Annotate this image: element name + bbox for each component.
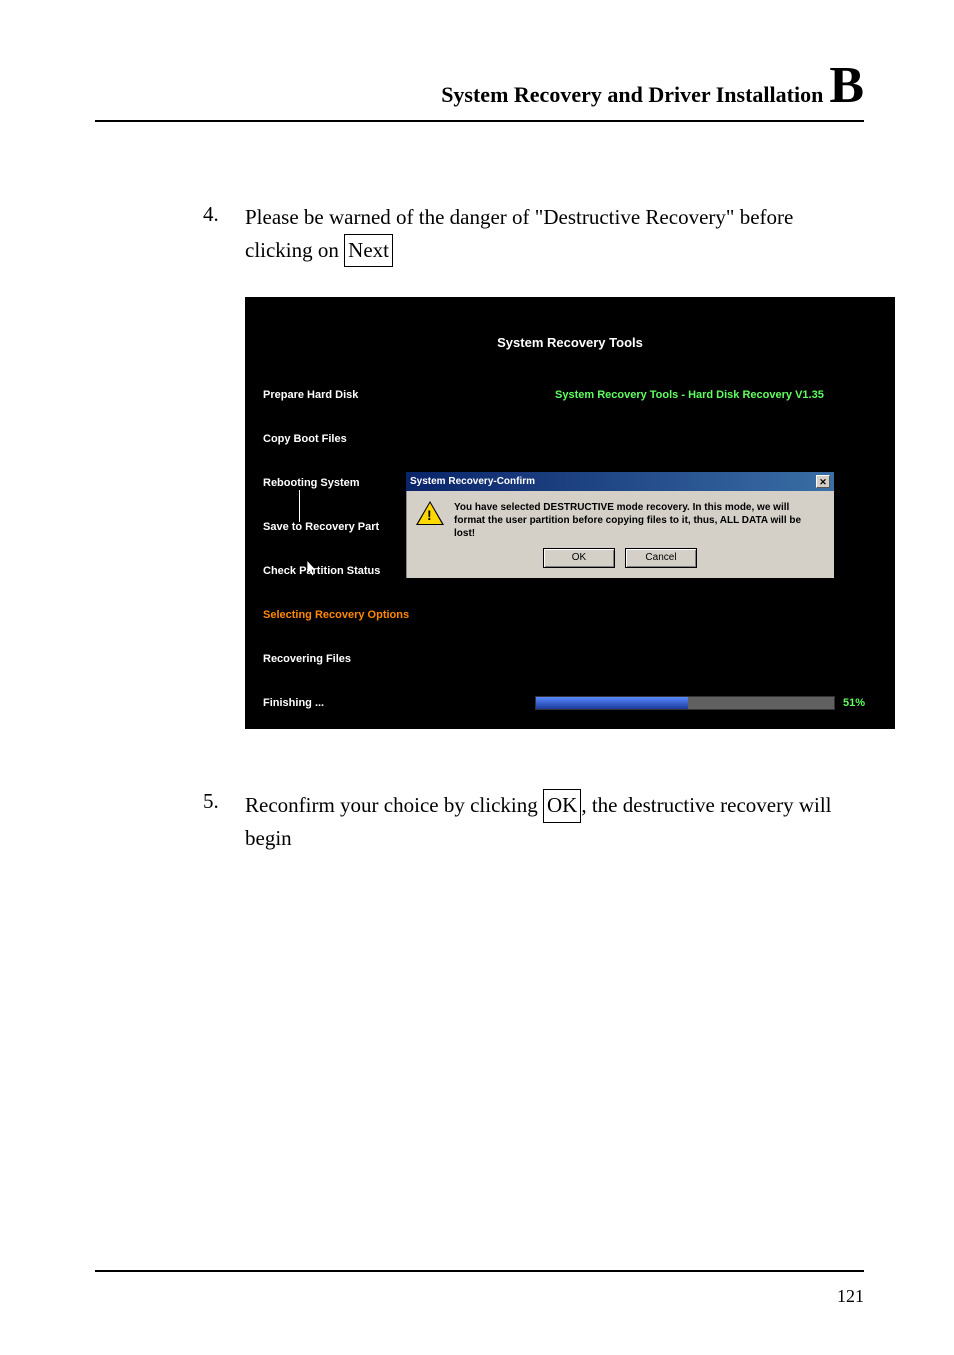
- screenshot-recovery-tools: System Recovery Tools System Recovery To…: [245, 297, 895, 729]
- side-steps-list: Prepare Hard Disk Copy Boot Files Reboot…: [263, 389, 409, 741]
- boxed-ok: OK: [543, 789, 581, 823]
- ok-button[interactable]: OK: [543, 548, 615, 568]
- boxed-next: Next: [344, 234, 393, 268]
- side-step-finishing: Finishing ...: [263, 697, 409, 709]
- close-icon[interactable]: ✕: [816, 475, 830, 488]
- cancel-button[interactable]: Cancel: [625, 548, 697, 568]
- screenshot-title: System Recovery Tools: [245, 297, 895, 350]
- side-step-reboot: Rebooting System: [263, 477, 409, 489]
- header-title: System Recovery and Driver Installation: [441, 82, 823, 108]
- dialog-message: You have selected DESTRUCTIVE mode recov…: [454, 501, 822, 540]
- side-step-save: Save to Recovery Part: [263, 521, 409, 533]
- side-step-copy: Copy Boot Files: [263, 433, 409, 445]
- page-number: 121: [837, 1286, 864, 1306]
- dialog-titlebar: System Recovery-Confirm ✕: [406, 472, 834, 491]
- side-step-reboot-label: Rebooting System: [263, 477, 360, 489]
- progress-area: 51%: [535, 695, 865, 711]
- step-4-before: Please be warned of the danger of "Destr…: [245, 205, 793, 262]
- side-step-check: Check Partition Status: [263, 565, 409, 577]
- side-step-recovering: Recovering Files: [263, 653, 409, 665]
- step-5: 5. Reconfirm your choice by clicking OK,…: [203, 789, 864, 854]
- step-4: 4. Please be warned of the danger of "De…: [203, 202, 864, 267]
- progress-bar: [535, 696, 835, 710]
- confirm-dialog: System Recovery-Confirm ✕ ! You have sel…: [405, 471, 835, 579]
- warning-icon: !: [416, 501, 444, 525]
- side-step-prepare: Prepare Hard Disk: [263, 389, 409, 401]
- screenshot-subtitle: System Recovery Tools - Hard Disk Recove…: [555, 389, 824, 401]
- side-step-selecting: Selecting Recovery Options: [263, 609, 409, 621]
- step-number: 5.: [203, 789, 245, 854]
- dialog-title: System Recovery-Confirm: [410, 476, 535, 487]
- dialog-body: ! You have selected DESTRUCTIVE mode rec…: [406, 491, 834, 546]
- step-number: 4.: [203, 202, 245, 267]
- page-header: System Recovery and Driver Installation …: [95, 60, 864, 122]
- progress-percent: 51%: [843, 697, 865, 709]
- dialog-buttons: OK Cancel: [406, 546, 834, 578]
- header-letter: B: [829, 60, 864, 112]
- page-footer: 121: [95, 1270, 864, 1307]
- progress-fill: [536, 697, 688, 709]
- connector-line: [299, 490, 300, 522]
- step-text: Reconfirm your choice by clicking OK, th…: [245, 789, 864, 854]
- step-5-before: Reconfirm your choice by clicking: [245, 793, 543, 817]
- step-text: Please be warned of the danger of "Destr…: [245, 202, 864, 267]
